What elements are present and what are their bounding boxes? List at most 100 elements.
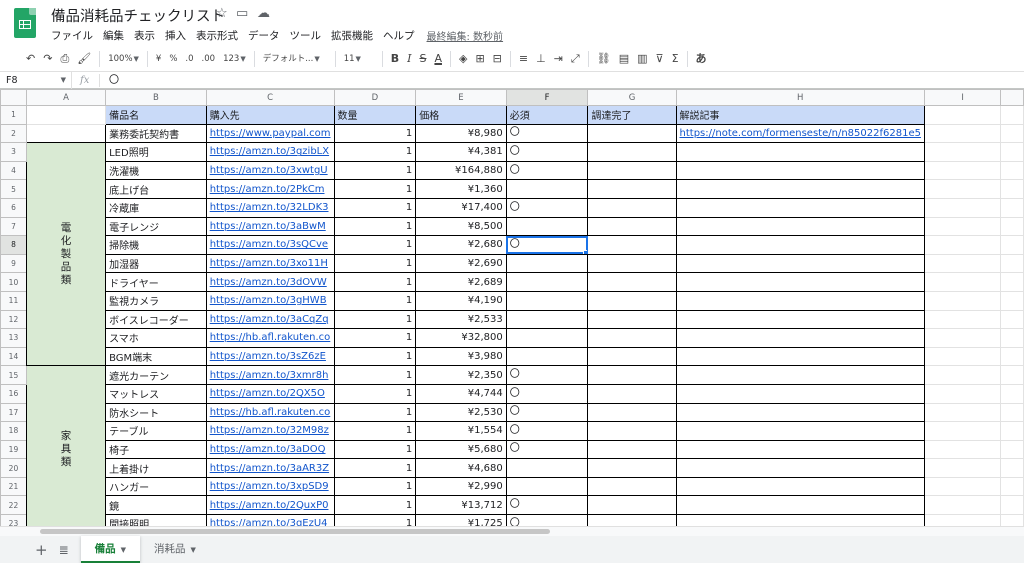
required-cell[interactable]	[505, 309, 589, 330]
cell[interactable]	[923, 142, 1002, 162]
cell[interactable]	[1000, 346, 1024, 367]
item-name-cell[interactable]: BGM端末	[105, 346, 207, 367]
procured-cell[interactable]	[587, 328, 677, 348]
vendor-link-cell[interactable]: https://amzn.to/3gHWB	[205, 290, 335, 311]
cell[interactable]	[1000, 476, 1024, 497]
required-cell[interactable]	[505, 458, 589, 478]
required-cell[interactable]: 〇	[505, 421, 589, 441]
quantity-cell[interactable]: 1	[333, 179, 417, 199]
cell[interactable]	[923, 235, 1002, 255]
menu-item[interactable]: 表示形式	[196, 28, 238, 43]
vendor-link-cell[interactable]: https://amzn.to/3aAR3Z	[205, 458, 335, 478]
row-header[interactable]: 23	[0, 514, 27, 526]
price-cell[interactable]: ¥2,689	[415, 272, 507, 292]
percent-format-button[interactable]: %	[165, 49, 181, 69]
price-cell[interactable]: ¥4,190	[415, 290, 507, 311]
column-header[interactable]: F	[505, 89, 589, 106]
currency-format-button[interactable]: ¥	[152, 49, 165, 69]
vendor-link-cell[interactable]: https://amzn.to/3xpSD9	[205, 476, 335, 497]
article-cell[interactable]	[675, 179, 925, 199]
row-header[interactable]: 21	[0, 476, 27, 497]
row-header[interactable]: 2	[0, 123, 27, 144]
price-cell[interactable]: ¥1,360	[415, 179, 507, 199]
vendor-link-cell[interactable]: https://amzn.to/3gEzU4	[205, 514, 335, 526]
undo-icon[interactable]: ↶	[22, 49, 39, 69]
vendor-link-cell[interactable]: https://amzn.to/2QuxP0	[205, 495, 335, 516]
filter-icon[interactable]: ⊽	[652, 49, 668, 69]
required-cell[interactable]	[505, 216, 589, 237]
procured-cell[interactable]	[587, 514, 677, 526]
article-cell[interactable]	[675, 272, 925, 292]
row-header[interactable]: 9	[0, 253, 27, 274]
required-cell[interactable]: 〇	[505, 365, 589, 385]
price-cell[interactable]: ¥4,680	[415, 458, 507, 478]
article-cell[interactable]	[675, 495, 925, 516]
price-cell[interactable]: ¥2,990	[415, 476, 507, 497]
cell[interactable]	[923, 328, 1002, 348]
item-name-cell[interactable]: 電子レンジ	[105, 216, 207, 237]
column-header[interactable]: B	[105, 89, 207, 106]
input-tools-button[interactable]: あ	[692, 49, 711, 69]
quantity-cell[interactable]: 1	[333, 402, 417, 423]
menu-item[interactable]: データ	[248, 28, 280, 43]
cell[interactable]	[25, 105, 107, 125]
cell[interactable]	[1000, 272, 1024, 292]
required-cell[interactable]: 〇	[505, 383, 589, 404]
row-header[interactable]: 10	[0, 272, 27, 292]
article-cell[interactable]	[675, 253, 925, 274]
article-link[interactable]: https://note.com/formenseste/n/n85022f62…	[679, 127, 921, 139]
required-cell[interactable]: 〇	[505, 439, 589, 460]
cell[interactable]	[1000, 383, 1024, 404]
vendor-link-cell[interactable]: https://amzn.to/32LDK3	[205, 197, 335, 218]
vendor-link-cell[interactable]: https://amzn.to/3aCqZq	[205, 309, 335, 330]
last-edit-link[interactable]: 最終編集: 数秒前	[427, 28, 504, 43]
cell[interactable]	[1000, 439, 1024, 460]
article-cell[interactable]	[675, 346, 925, 367]
quantity-cell[interactable]: 1	[333, 235, 417, 255]
vertical-align-icon[interactable]: ⊥	[532, 49, 550, 69]
procured-cell[interactable]	[587, 346, 677, 367]
row-header[interactable]: 16	[0, 383, 27, 404]
folder-move-icon[interactable]: ▭	[236, 6, 248, 21]
item-name-cell[interactable]: テーブル	[105, 421, 207, 441]
insert-chart-icon[interactable]: ▥	[633, 49, 651, 69]
article-cell[interactable]	[675, 235, 925, 255]
font-family-select[interactable]: デフォルト...▼	[259, 49, 331, 69]
quantity-cell[interactable]: 1	[333, 272, 417, 292]
menu-item[interactable]: 編集	[103, 28, 124, 43]
cell[interactable]	[923, 216, 1002, 237]
procured-cell[interactable]	[587, 402, 677, 423]
vendor-link-cell[interactable]: https://amzn.to/3gzibLX	[205, 142, 335, 162]
more-formats-select[interactable]: 123▼	[219, 49, 250, 69]
header-cell-quantity[interactable]: 数量	[333, 105, 417, 125]
cell[interactable]	[25, 123, 107, 144]
vendor-link-cell[interactable]: https://amzn.to/3xwtgU	[205, 160, 335, 181]
cell[interactable]	[1000, 160, 1024, 181]
article-cell[interactable]	[675, 365, 925, 385]
quantity-cell[interactable]: 1	[333, 142, 417, 162]
row-header[interactable]: 5	[0, 179, 27, 199]
column-header[interactable]: C	[205, 89, 335, 106]
row-header[interactable]: 22	[0, 495, 27, 516]
item-name-cell[interactable]: 加湿器	[105, 253, 207, 274]
row-header[interactable]: 4	[0, 160, 27, 181]
quantity-cell[interactable]: 1	[333, 216, 417, 237]
article-link-cell[interactable]: https://note.com/formenseste/n/n85022f62…	[675, 123, 925, 144]
required-cell[interactable]: 〇	[505, 514, 589, 526]
article-cell[interactable]	[675, 439, 925, 460]
header-cell-article[interactable]: 解説記事	[675, 105, 925, 125]
cloud-status-icon[interactable]: ☁	[257, 6, 270, 21]
procured-cell[interactable]	[587, 272, 677, 292]
cell[interactable]	[1000, 402, 1024, 423]
price-cell[interactable]: ¥1,554	[415, 421, 507, 441]
cell[interactable]	[923, 123, 1002, 144]
cell[interactable]	[923, 160, 1002, 181]
header-cell-required[interactable]: 必須	[505, 105, 589, 125]
horizontal-align-icon[interactable]: ≡	[515, 49, 532, 69]
item-name-cell[interactable]: LED照明	[105, 142, 207, 162]
cell[interactable]	[1000, 309, 1024, 330]
item-name-cell[interactable]: スマホ	[105, 328, 207, 348]
cell[interactable]	[1000, 123, 1024, 144]
zoom-select[interactable]: 100%▼	[104, 49, 143, 69]
name-box[interactable]: F8 ▼	[0, 72, 72, 89]
